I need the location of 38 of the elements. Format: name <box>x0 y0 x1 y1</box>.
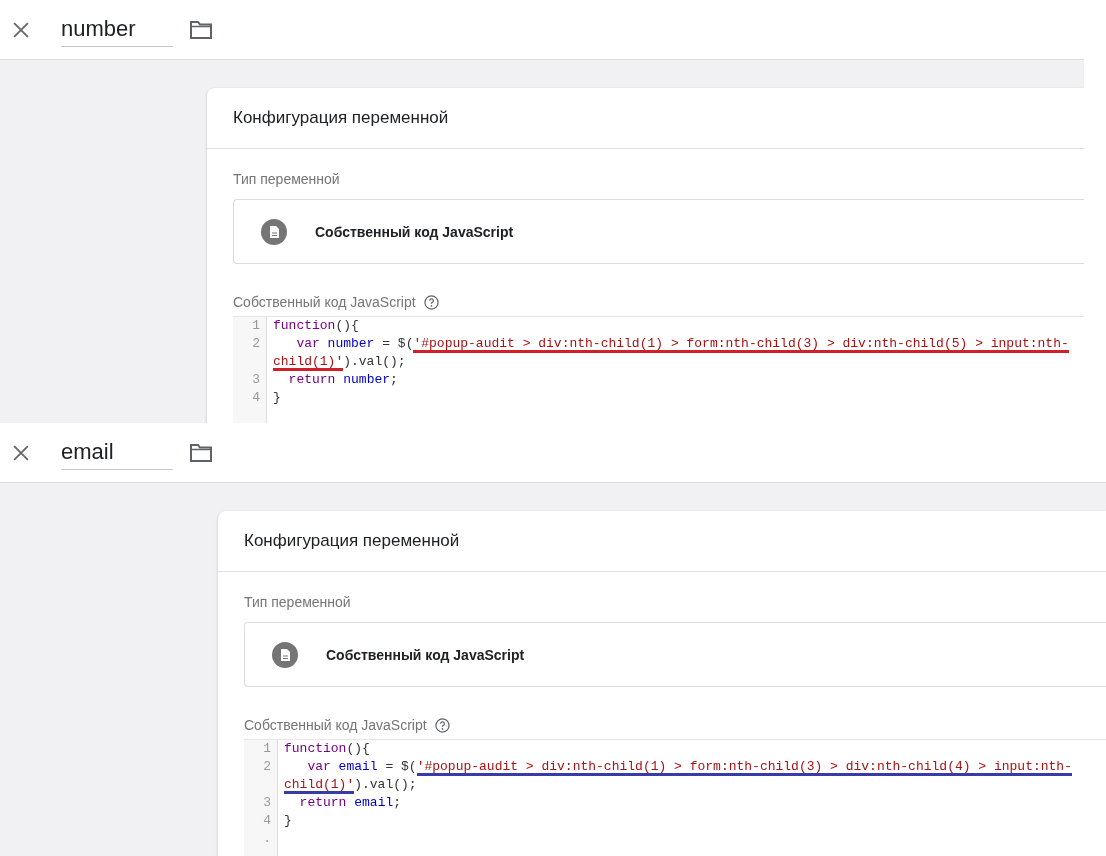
code-line: return email; <box>298 794 403 812</box>
close-icon[interactable] <box>13 21 29 38</box>
code-label: Собственный код JavaScript <box>244 717 427 733</box>
variable-type-label: Тип переменной <box>233 171 341 187</box>
line-number: 2 <box>252 336 260 351</box>
folder-icon[interactable] <box>189 19 213 40</box>
line-number: 4 <box>263 813 271 828</box>
code-line: child(1)').val(); <box>284 776 418 794</box>
folder-icon[interactable] <box>189 442 213 463</box>
variable-type-selector[interactable]: Собственный код JavaScript <box>233 199 1084 264</box>
document-icon <box>272 641 298 668</box>
code-line: } <box>273 389 282 407</box>
code-line: return number; <box>287 371 399 389</box>
code-line: function(){ <box>273 317 360 335</box>
code-line: var email = $('#popup-audit > div:nth-child(1) > form:nth-child(3) > div:nth-child(4) > input:nth- <box>306 758 1072 776</box>
name-field[interactable]: email <box>61 435 173 470</box>
line-number: 3 <box>263 795 271 810</box>
help-icon[interactable] <box>423 294 439 310</box>
code-line: function(){ <box>284 740 371 758</box>
variable-type-label: Тип переменной <box>244 594 352 610</box>
close-icon[interactable] <box>13 444 29 461</box>
name-field[interactable]: number <box>61 12 173 47</box>
code-editor[interactable]: 1 2 3 4 . function(){ var email = $('#popup-audit > div:nth-child(1) > form:nth-child(3) > div:nth-child(4) > input:nth- child(1)').val(); return email; } <box>244 739 1106 856</box>
line-number: 1 <box>252 318 260 333</box>
document-icon <box>261 218 287 245</box>
card-title: Конфигурация переменной <box>207 88 1084 149</box>
code-line: } <box>284 812 293 830</box>
code-label: Собственный код JavaScript <box>233 294 416 310</box>
code-line: child(1)').val(); <box>273 353 407 371</box>
help-icon[interactable] <box>434 717 450 733</box>
variable-type-selector[interactable]: Собственный код JavaScript <box>244 622 1106 687</box>
line-number: 4 <box>252 390 260 405</box>
line-number: 1 <box>263 741 271 756</box>
code-line: var number = $('#popup-audit > div:nth-child(1) > form:nth-child(3) > div:nth-child(5) > input:nth- <box>295 335 1069 353</box>
line-number: . <box>263 831 271 846</box>
line-number: 3 <box>252 372 260 387</box>
card-title: Конфигурация переменной <box>218 511 1106 572</box>
line-number: 2 <box>263 759 271 774</box>
